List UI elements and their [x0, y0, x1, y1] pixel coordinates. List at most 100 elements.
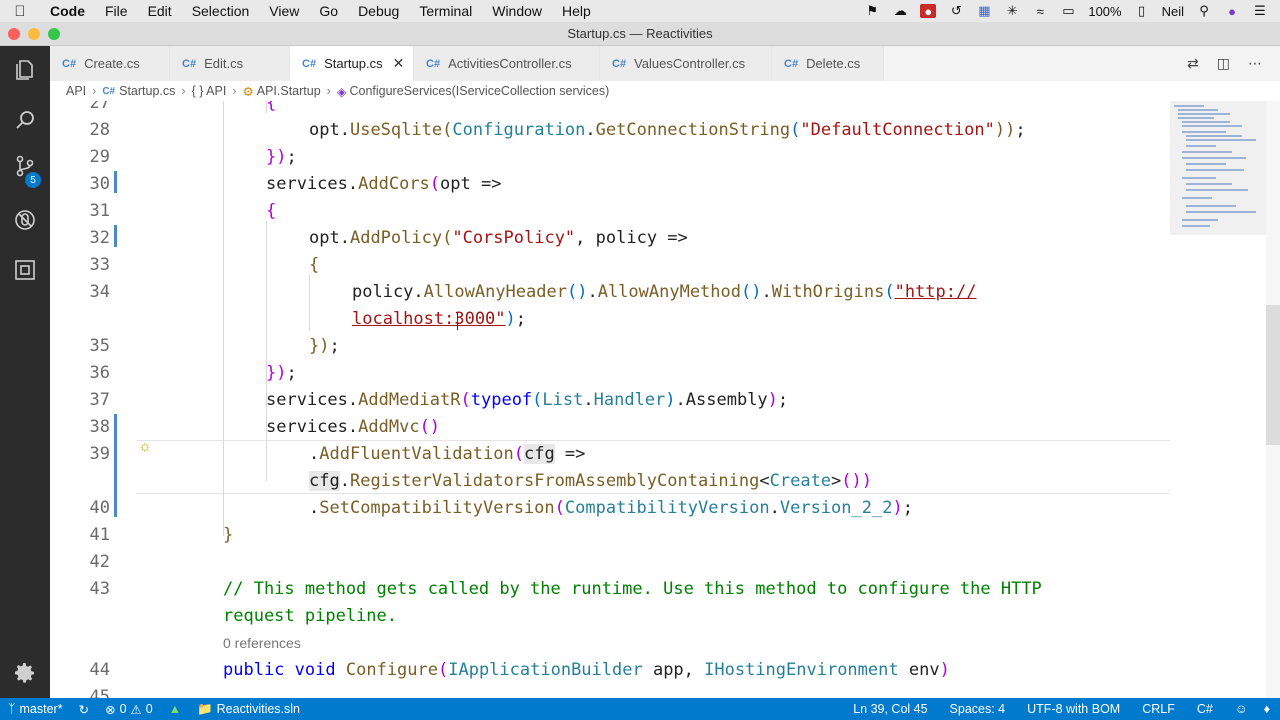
- menu-terminal[interactable]: Terminal: [409, 3, 482, 19]
- breadcrumb-method[interactable]: ConfigureServices(IServiceCollection ser…: [349, 84, 609, 98]
- source-control-badge: 5: [25, 172, 41, 188]
- menu-window[interactable]: Window: [482, 3, 552, 19]
- menu-app[interactable]: Code: [40, 3, 95, 19]
- feedback-icon[interactable]: ☺: [1227, 702, 1256, 716]
- code-line: services.AddMvc(): [266, 417, 440, 437]
- eol-status[interactable]: CRLF: [1134, 702, 1189, 716]
- minimize-window-button[interactable]: [28, 28, 40, 40]
- more-actions-icon[interactable]: ⋯: [1248, 55, 1262, 72]
- line-number: 27: [89, 101, 110, 113]
- code-token: (): [741, 282, 762, 302]
- code-editor[interactable]: ☼ 27 28 29 30 31 32 33 34 35 36 37 38 39…: [50, 101, 1280, 698]
- modified-line-marker: [114, 171, 117, 193]
- branch-name: master*: [19, 702, 63, 716]
- code-token: cfg: [309, 471, 340, 491]
- solution-status[interactable]: 📁 Reactivities.sln: [189, 702, 308, 717]
- encoding-status[interactable]: UTF-8 with BOM: [1019, 702, 1134, 716]
- code-token: .: [309, 444, 320, 464]
- bluetooth-icon[interactable]: ✳: [1004, 3, 1020, 18]
- branch-status[interactable]: ᛉ master*: [0, 702, 71, 716]
- close-window-button[interactable]: [8, 28, 20, 40]
- codelens-references[interactable]: 0 references: [223, 635, 301, 651]
- open-changes-icon[interactable]: ⇄: [1187, 55, 1199, 72]
- code-token: services: [266, 390, 348, 410]
- lightbulb-icon[interactable]: ☼: [138, 438, 152, 455]
- code-token: }): [266, 363, 287, 383]
- tab-startup[interactable]: C# Startup.cs ✕: [290, 46, 414, 81]
- menu-go[interactable]: Go: [309, 3, 348, 19]
- code-token: )): [994, 120, 1016, 140]
- breadcrumb-class[interactable]: API.Startup: [257, 84, 321, 98]
- code-token: public: [223, 660, 285, 680]
- tab-activities-controller[interactable]: C# ActivitiesController.cs: [414, 46, 600, 81]
- notifications-bell-icon[interactable]: ♦: [1256, 702, 1280, 716]
- problems-status[interactable]: ⊗ 0 ⚠ 0: [97, 702, 161, 717]
- code-token: WithOrigins: [771, 282, 885, 302]
- split-editor-icon[interactable]: ◫: [1217, 55, 1230, 72]
- indentation-status[interactable]: Spaces: 4: [942, 702, 1020, 716]
- apple-icon[interactable]: : [0, 3, 40, 20]
- grid-app-icon[interactable]: ▦: [976, 3, 992, 18]
- code-token: (: [429, 174, 441, 194]
- user-name[interactable]: Neil: [1162, 4, 1184, 19]
- error-icon: ⊗: [105, 702, 116, 717]
- tab-delete[interactable]: C# Delete.cs: [772, 46, 884, 81]
- maximize-window-button[interactable]: [48, 28, 60, 40]
- settings-gear-icon[interactable]: [13, 661, 37, 685]
- record-icon[interactable]: ●: [920, 4, 937, 19]
- warning-icon: ⚠: [130, 702, 142, 717]
- siri-icon[interactable]: ●: [1224, 4, 1240, 19]
- code-token: ;: [777, 390, 789, 410]
- minimap[interactable]: [1170, 101, 1266, 698]
- code-line: opt.AddPolicy("CorsPolicy", policy =>: [309, 228, 688, 248]
- tab-edit[interactable]: C# Edit.cs: [170, 46, 290, 81]
- code-token: AddMediatR: [358, 390, 461, 410]
- scrollbar-thumb[interactable]: [1266, 305, 1280, 445]
- code-token: List: [542, 390, 584, 410]
- cursor-position[interactable]: Ln 39, Col 45: [845, 702, 941, 716]
- code-token: <: [759, 471, 770, 491]
- code-token: (: [442, 120, 453, 140]
- omnisharp-status[interactable]: ▲: [161, 702, 189, 716]
- extensions-icon[interactable]: [13, 258, 37, 282]
- indent-guide: [223, 101, 224, 536]
- csharp-file-icon: C#: [62, 57, 77, 70]
- menu-debug[interactable]: Debug: [348, 3, 409, 19]
- method-icon: ◈: [336, 84, 347, 99]
- cloud-icon[interactable]: ☁: [892, 3, 908, 18]
- code-token: Configuration: [452, 120, 586, 140]
- spotlight-search-icon[interactable]: ⚲: [1196, 3, 1212, 18]
- code-token: policy: [352, 282, 414, 302]
- airplay-icon[interactable]: ▭: [1060, 3, 1076, 18]
- tab-values-controller[interactable]: C# ValuesController.cs: [600, 46, 772, 81]
- menu-help[interactable]: Help: [552, 3, 601, 19]
- battery-icon[interactable]: ▯: [1134, 3, 1150, 18]
- menu-file[interactable]: File: [95, 3, 138, 19]
- time-machine-icon[interactable]: ↺: [948, 3, 964, 18]
- code-line: opt.UseSqlite(Configuration.GetConnectio…: [309, 120, 1026, 140]
- sync-icon: ↻: [78, 702, 90, 717]
- flag-icon[interactable]: ⚑: [864, 3, 880, 18]
- code-token: opt: [309, 120, 340, 140]
- code-token: }): [309, 336, 330, 356]
- wifi-icon[interactable]: ≈: [1032, 4, 1048, 19]
- close-tab-icon[interactable]: ✕: [393, 55, 405, 72]
- explorer-icon[interactable]: [13, 58, 37, 82]
- breadcrumb-namespace[interactable]: { } API: [192, 84, 227, 98]
- line-number: 34: [89, 282, 110, 302]
- code-line: // This method gets called by the runtim…: [223, 579, 1042, 599]
- language-mode[interactable]: C#: [1189, 702, 1227, 716]
- search-icon[interactable]: [13, 108, 37, 132]
- menu-view[interactable]: View: [259, 3, 309, 19]
- minimap-preview: [1170, 101, 1266, 235]
- code-token: Handler: [593, 390, 666, 410]
- breadcrumb-api[interactable]: API: [66, 84, 86, 98]
- menu-edit[interactable]: Edit: [138, 3, 182, 19]
- sync-button[interactable]: ↻: [71, 702, 97, 717]
- debug-icon[interactable]: [13, 208, 37, 232]
- menu-selection[interactable]: Selection: [182, 3, 260, 19]
- notification-center-icon[interactable]: ☰: [1252, 3, 1268, 18]
- breadcrumb-file[interactable]: Startup.cs: [119, 84, 175, 98]
- tab-create[interactable]: C# Create.cs: [50, 46, 170, 81]
